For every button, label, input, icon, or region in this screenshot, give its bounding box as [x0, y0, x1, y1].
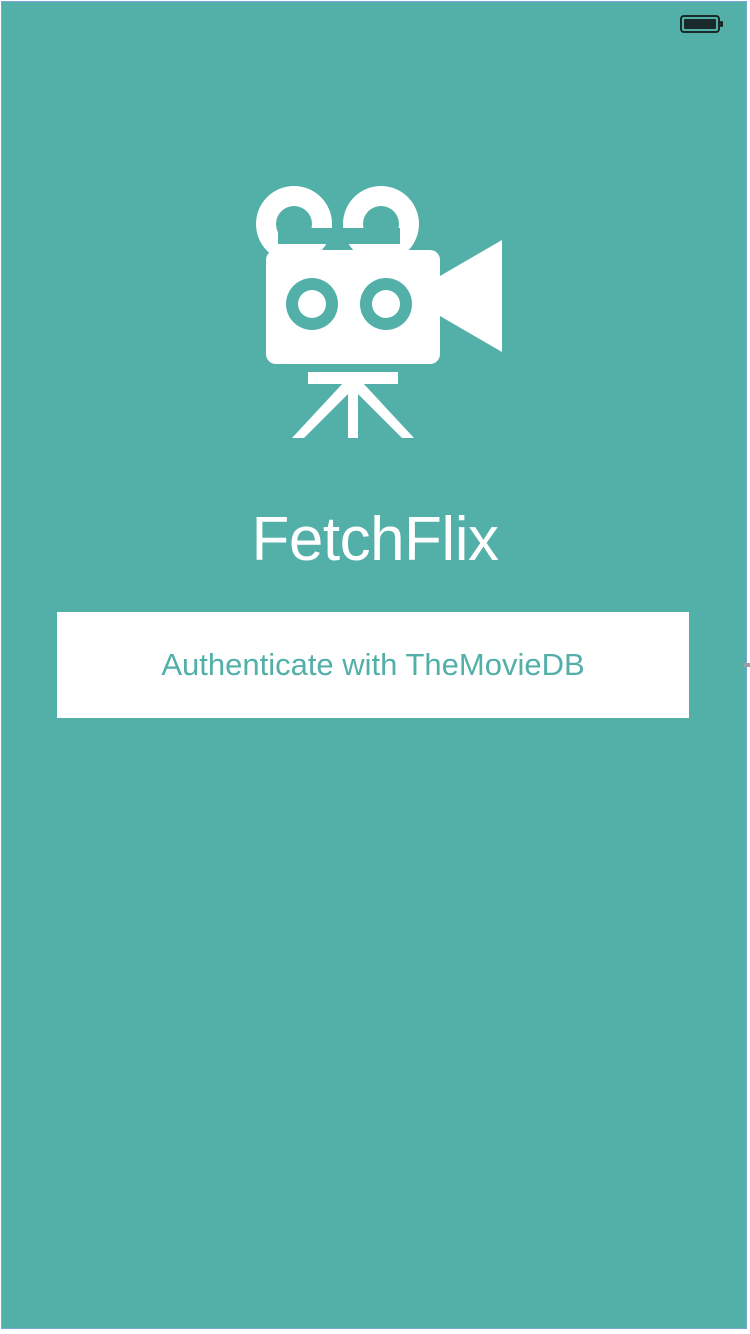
status-bar — [2, 2, 746, 42]
movie-camera-icon — [256, 186, 502, 438]
authenticate-button[interactable]: Authenticate with TheMovieDB — [57, 612, 689, 718]
authenticate-button-label: Authenticate with TheMovieDB — [161, 647, 585, 682]
edge-marker — [744, 663, 750, 667]
battery-full-icon — [680, 15, 723, 33]
login-screen: FetchFlix Authenticate with TheMovieDB — [1, 1, 747, 1329]
app-title: FetchFlix — [251, 505, 499, 574]
